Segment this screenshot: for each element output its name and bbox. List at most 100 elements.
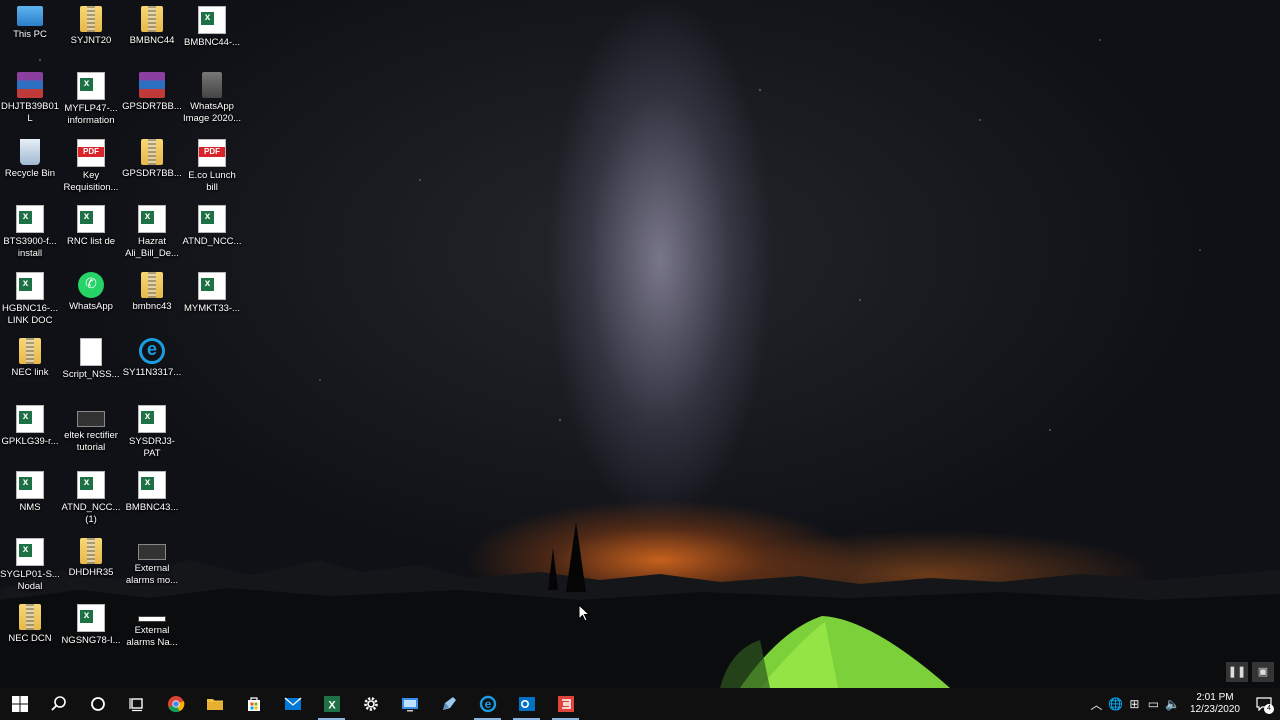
desktop-icon[interactable]: bmbnc43 — [122, 266, 182, 313]
settings-button[interactable] — [351, 688, 390, 720]
store-icon — [245, 695, 263, 713]
desktop-icon[interactable]: Recycle Bin — [0, 133, 60, 180]
desktop-icon[interactable]: External alarms Na... — [122, 598, 182, 649]
desktop-icon[interactable]: WhatsApp — [61, 266, 121, 313]
excel-file-icon — [16, 272, 44, 300]
system-tray: ︿ 🌐 ⊞ ▭ 🔈 2:01 PM 12/23/2020 4 — [1087, 688, 1280, 720]
desktop-icon-label: NEC DCN — [8, 633, 52, 644]
circle-icon — [89, 695, 107, 713]
video-overlay-controls: ❚❚ ▣ — [1226, 662, 1274, 682]
desktop-icon-label: SYJNT20 — [70, 35, 112, 46]
desktop-icon-label: DHDHR35 — [68, 567, 114, 578]
action-center-button[interactable]: 4 — [1248, 688, 1280, 720]
desktop-icon-label: NEC link — [11, 367, 49, 378]
desktop-icon[interactable]: SYSDRJ3-PAT — [122, 399, 182, 460]
desktop-icon[interactable]: SYJNT20 — [61, 0, 121, 47]
chrome-button[interactable] — [156, 688, 195, 720]
notepad-button[interactable] — [429, 688, 468, 720]
picture-in-picture-button[interactable]: ▣ — [1252, 662, 1274, 682]
excel-file-icon — [77, 72, 105, 100]
desktop-icon-label: NMS — [19, 502, 41, 513]
desktop-icon[interactable]: GPSDR7BB... — [122, 133, 182, 180]
excel-button[interactable]: X — [312, 688, 351, 720]
desktop-icon[interactable]: MYFLP47-... information — [61, 66, 121, 127]
desktop-icon-label: Hazrat Ali_Bill_De... — [125, 236, 179, 259]
desktop-icon[interactable]: This PC — [0, 0, 60, 41]
desktop-icon[interactable]: Key Requisition... — [61, 133, 121, 194]
outlook-button[interactable] — [507, 688, 546, 720]
network-icon[interactable]: ⊞ — [1125, 697, 1144, 711]
whatsapp-icon — [78, 272, 104, 298]
excel-file-icon — [16, 405, 44, 433]
excel-file-icon — [198, 205, 226, 233]
desktop-icon[interactable]: E.co Lunch bill — [182, 133, 242, 194]
desktop-icon-label: DHJTB39B01L — [0, 101, 60, 124]
desktop-icon[interactable]: NEC DCN — [0, 598, 60, 645]
desktop-icon[interactable]: GPKLG39-r... — [0, 399, 60, 448]
desktop-icon[interactable]: SYGLP01-S... Nodal — [0, 532, 60, 593]
task-view-icon — [128, 695, 146, 713]
desktop-icon[interactable]: Hazrat Ali_Bill_De... — [122, 199, 182, 260]
desktop-icon[interactable]: NMS — [0, 465, 60, 514]
battery-icon[interactable]: ▭ — [1144, 697, 1163, 711]
desktop-icon[interactable]: NGSNG78-I... — [61, 598, 121, 647]
desktop-icon[interactable]: eltek rectifier tutorial — [61, 399, 121, 454]
desktop-icon-label: SYGLP01-S... Nodal — [0, 569, 60, 592]
excel-file-icon — [138, 471, 166, 499]
desktop-icon[interactable]: SY11N3317... — [122, 332, 182, 379]
desktop-icon[interactable]: DHDHR35 — [61, 532, 121, 579]
image-file-icon — [202, 72, 222, 98]
desktop-icon[interactable]: BTS3900-f... install — [0, 199, 60, 260]
show-hidden-icons-chevron-icon[interactable]: ︿ — [1087, 696, 1106, 713]
folder-icon — [80, 6, 102, 32]
folder-icon — [206, 695, 224, 713]
edge-button[interactable]: e — [468, 688, 507, 720]
excel-file-icon — [77, 604, 105, 632]
desktop-icon-label: Recycle Bin — [4, 168, 56, 179]
network-globe-icon[interactable]: 🌐 — [1106, 697, 1125, 711]
text-file-icon — [80, 338, 102, 366]
clock[interactable]: 2:01 PM 12/23/2020 — [1182, 692, 1248, 716]
cortana-button[interactable] — [78, 688, 117, 720]
this-pc-icon — [17, 6, 43, 26]
video-file-icon — [77, 411, 105, 427]
desktop-icon-label: WhatsApp — [69, 301, 113, 312]
desktop-icon[interactable]: RNC list de — [61, 199, 121, 248]
desktop-icon[interactable]: BMBNC44-... — [182, 0, 242, 49]
excel-file-icon — [16, 538, 44, 566]
desktop-icon[interactable]: NEC link — [0, 332, 60, 379]
search-button[interactable] — [39, 688, 78, 720]
excel-icon: X — [323, 695, 341, 713]
desktop-icon-label: BTS3900-f... install — [3, 236, 57, 259]
remote-desktop-button[interactable] — [390, 688, 429, 720]
desktop-icon[interactable]: MYMKT33-... — [182, 266, 242, 315]
volume-icon[interactable]: 🔈 — [1163, 697, 1182, 711]
store-button[interactable] — [234, 688, 273, 720]
desktop-icon[interactable]: DHJTB39B01L — [0, 66, 60, 125]
desktop-icon[interactable]: Script_NSS... — [61, 332, 121, 381]
chrome-icon — [167, 695, 185, 713]
desktop-icon[interactable]: GPSDR7BB... — [122, 66, 182, 113]
desktop-icon[interactable]: External alarms mo... — [122, 532, 182, 587]
excel-file-icon — [138, 205, 166, 233]
desktop-icon[interactable]: ATND_NCC... — [182, 199, 242, 248]
mail-button[interactable] — [273, 688, 312, 720]
desktop-icon-label: External alarms Na... — [126, 625, 178, 648]
app-button[interactable] — [546, 688, 585, 720]
start-button[interactable] — [0, 688, 39, 720]
folder-icon — [19, 604, 41, 630]
folder-icon — [80, 538, 102, 564]
desktop-icon[interactable]: WhatsApp Image 2020... — [182, 66, 242, 125]
file-explorer-button[interactable] — [195, 688, 234, 720]
desktop-icon-label: MYMKT33-... — [184, 303, 240, 314]
desktop-icon[interactable]: BMBNC43... — [122, 465, 182, 514]
internet-shortcut-icon — [139, 338, 165, 364]
desktop-icon[interactable]: ATND_NCC... (1) — [61, 465, 121, 526]
task-view-button[interactable] — [117, 688, 156, 720]
pause-button[interactable]: ❚❚ — [1226, 662, 1248, 682]
desktop-icon-label: SY11N3317... — [122, 367, 182, 378]
desktop-icon-label: eltek rectifier tutorial — [64, 430, 118, 453]
desktop-icon[interactable]: BMBNC44 — [122, 0, 182, 47]
desktop-icon[interactable]: HGBNC16-... LINK DOC — [0, 266, 60, 327]
desktop-icon-label: SYSDRJ3-PAT — [129, 436, 175, 459]
